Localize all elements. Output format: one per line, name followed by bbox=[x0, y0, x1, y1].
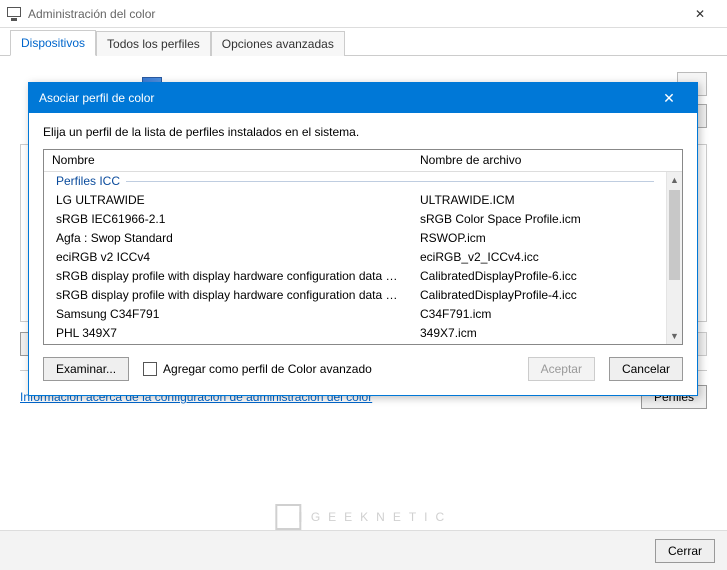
app-icon bbox=[6, 6, 22, 22]
list-item[interactable]: PHL 349X7349X7.icm bbox=[44, 323, 666, 342]
scroll-down-icon[interactable]: ▼ bbox=[667, 328, 682, 344]
checkbox-icon[interactable] bbox=[143, 362, 157, 376]
cancel-button[interactable]: Cancelar bbox=[609, 357, 683, 381]
tab-advanced-options[interactable]: Opciones avanzadas bbox=[211, 31, 345, 56]
dialog-instruction: Elija un perfil de la lista de perfiles … bbox=[43, 125, 683, 139]
advanced-profile-checkbox[interactable]: Agregar como perfil de Color avanzado bbox=[143, 362, 372, 376]
scroll-up-icon[interactable]: ▲ bbox=[667, 172, 682, 188]
associate-profile-dialog: Asociar perfil de color ✕ Elija un perfi… bbox=[28, 82, 698, 396]
window-close-button[interactable]: ✕ bbox=[679, 3, 721, 25]
browse-button[interactable]: Examinar... bbox=[43, 357, 129, 381]
watermark: GEEKNETIC bbox=[275, 504, 452, 530]
dialog-title: Asociar perfil de color bbox=[39, 91, 651, 105]
column-header-file[interactable]: Nombre de archivo bbox=[412, 150, 682, 171]
profile-list[interactable]: Nombre Nombre de archivo Perfiles ICC LG… bbox=[43, 149, 683, 345]
scrollbar[interactable]: ▲ ▼ bbox=[666, 172, 682, 344]
list-item[interactable]: sRGB display profile with display hardwa… bbox=[44, 266, 666, 285]
ok-button: Aceptar bbox=[528, 357, 595, 381]
scroll-thumb[interactable] bbox=[669, 190, 680, 280]
tab-devices[interactable]: Dispositivos bbox=[10, 30, 96, 56]
section-icc-profiles: Perfiles ICC bbox=[44, 172, 666, 190]
list-item[interactable]: Agfa : Swop StandardRSWOP.icm bbox=[44, 228, 666, 247]
tab-strip: Dispositivos Todos los perfiles Opciones… bbox=[0, 28, 727, 56]
list-item[interactable]: sRGB IEC61966-2.1sRGB Color Space Profil… bbox=[44, 209, 666, 228]
list-item[interactable]: Samsung C34F791C34F791.icm bbox=[44, 304, 666, 323]
list-rows: Perfiles ICC LG ULTRAWIDEULTRAWIDE.ICM s… bbox=[44, 172, 666, 344]
footer: Cerrar bbox=[0, 530, 727, 570]
advanced-profile-checkbox-label: Agregar como perfil de Color avanzado bbox=[163, 362, 372, 376]
list-item[interactable]: eciRGB v2 ICCv4eciRGB_v2_ICCv4.icc bbox=[44, 247, 666, 266]
column-header-name[interactable]: Nombre bbox=[44, 150, 412, 171]
main-titlebar: Administración del color ✕ bbox=[0, 0, 727, 28]
watermark-text: GEEKNETIC bbox=[311, 510, 452, 524]
list-header: Nombre Nombre de archivo bbox=[44, 150, 682, 172]
list-item[interactable]: LG ULTRAWIDEULTRAWIDE.ICM bbox=[44, 190, 666, 209]
tab-all-profiles[interactable]: Todos los perfiles bbox=[96, 31, 211, 56]
list-item[interactable]: sRGB display profile with display hardwa… bbox=[44, 285, 666, 304]
dialog-titlebar: Asociar perfil de color ✕ bbox=[29, 83, 697, 113]
dialog-close-button[interactable]: ✕ bbox=[651, 86, 687, 110]
close-button[interactable]: Cerrar bbox=[655, 539, 715, 563]
window-title: Administración del color bbox=[28, 7, 155, 21]
